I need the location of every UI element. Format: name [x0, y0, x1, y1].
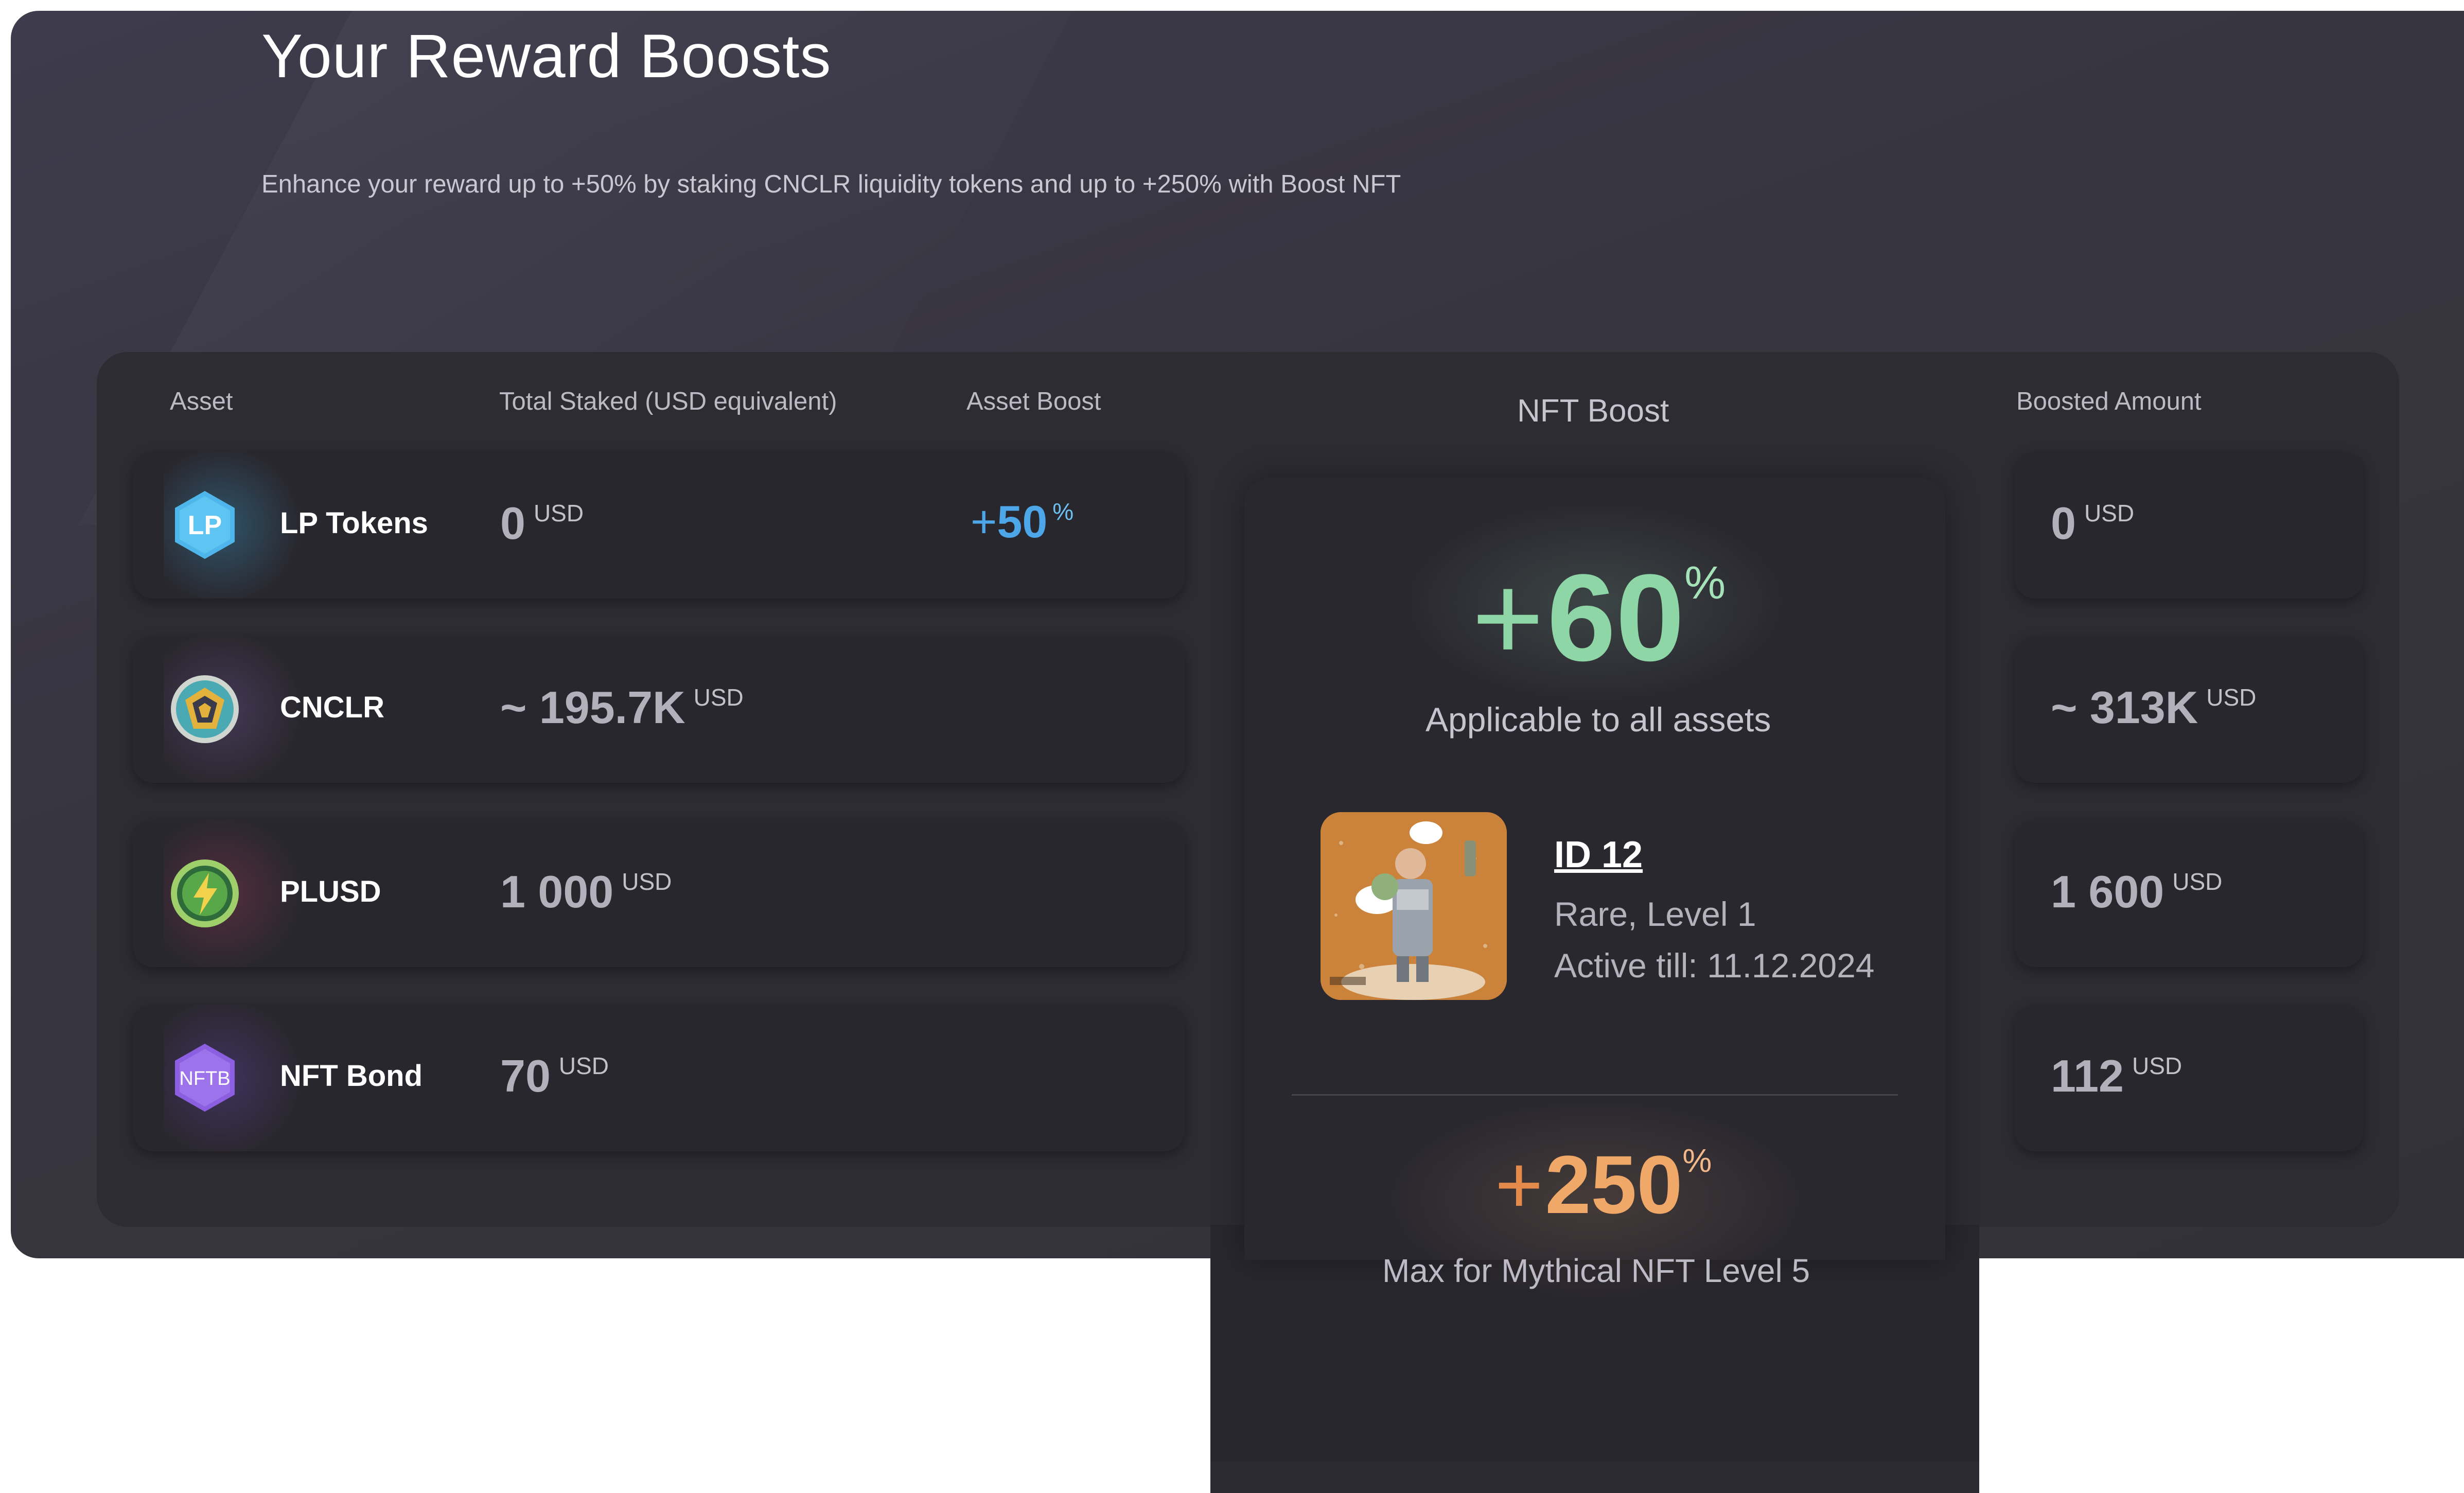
max-nft-boost-value: +250%: [1495, 1138, 1712, 1231]
boosted-amount-cnclr: ~ 313K USD: [2015, 636, 2364, 783]
column-header-total-staked: Total Staked (USD equivalent): [499, 388, 837, 415]
asset-name: PLUSD: [280, 875, 381, 908]
asset-row-cnclr: CNCLR ~ 195.7K USD: [133, 636, 1185, 783]
staked-value: ~ 195.7K USD: [500, 682, 744, 733]
column-header-boosted-amount: Boosted Amount: [2016, 388, 2202, 415]
max-nft-boost-label: Max for Mythical NFT Level 5: [1382, 1252, 1810, 1289]
nft-active-till: Active till: 11.12.2024: [1554, 946, 1875, 985]
boosted-amount-nft-bond: 112 USD: [2015, 1005, 2364, 1151]
boosted-value: 1 600 USD: [2051, 866, 2223, 917]
boosted-value: 0 USD: [2051, 498, 2135, 549]
nft-boost-title: NFT Boost: [1517, 393, 1669, 429]
page-title: Your Reward Boosts: [261, 22, 832, 91]
staked-value: 0 USD: [500, 498, 584, 549]
nft-card-footer: [1210, 1462, 1979, 1493]
nft-rarity: Rare, Level 1: [1554, 895, 1756, 933]
nft-boost-applicable-label: Applicable to all assets: [1425, 700, 1771, 739]
page-subtitle: Enhance your reward up to +50% by stakin…: [261, 170, 1401, 198]
boosted-amount-plusd: 1 600 USD: [2015, 820, 2364, 967]
asset-boost-value: +50%: [971, 496, 1074, 547]
column-header-asset: Asset: [170, 388, 233, 415]
plusd-icon: [164, 820, 308, 967]
asset-name: CNCLR: [280, 691, 384, 724]
nft-id-link[interactable]: ID 12: [1554, 834, 1643, 876]
asset-name: NFT Bond: [280, 1059, 423, 1093]
lp-token-icon: LP: [164, 452, 308, 599]
staked-value: 70 USD: [500, 1050, 609, 1101]
svg-text:LP: LP: [188, 511, 222, 540]
nft-bond-icon: NFTB: [164, 1005, 308, 1151]
boosted-value: ~ 313K USD: [2051, 682, 2257, 733]
asset-row-plusd: PLUSD 1 000 USD: [133, 820, 1185, 967]
cnclr-icon: [164, 636, 308, 783]
svg-text:NFTB: NFTB: [179, 1068, 230, 1090]
nft-boost-value: +60%: [1472, 549, 1726, 687]
column-header-asset-boost: Asset Boost: [966, 388, 1101, 415]
asset-row-lp-tokens: LP LP Tokens 0 USD +50%: [133, 452, 1185, 599]
boosted-value: 112 USD: [2051, 1050, 2183, 1101]
nft-image[interactable]: [1321, 812, 1507, 1000]
boosted-amount-lp-tokens: 0 USD: [2015, 452, 2364, 599]
staked-value: 1 000 USD: [500, 866, 672, 917]
asset-name: LP Tokens: [280, 506, 428, 540]
asset-row-nft-bond: NFTB NFT Bond 70 USD: [133, 1005, 1185, 1151]
